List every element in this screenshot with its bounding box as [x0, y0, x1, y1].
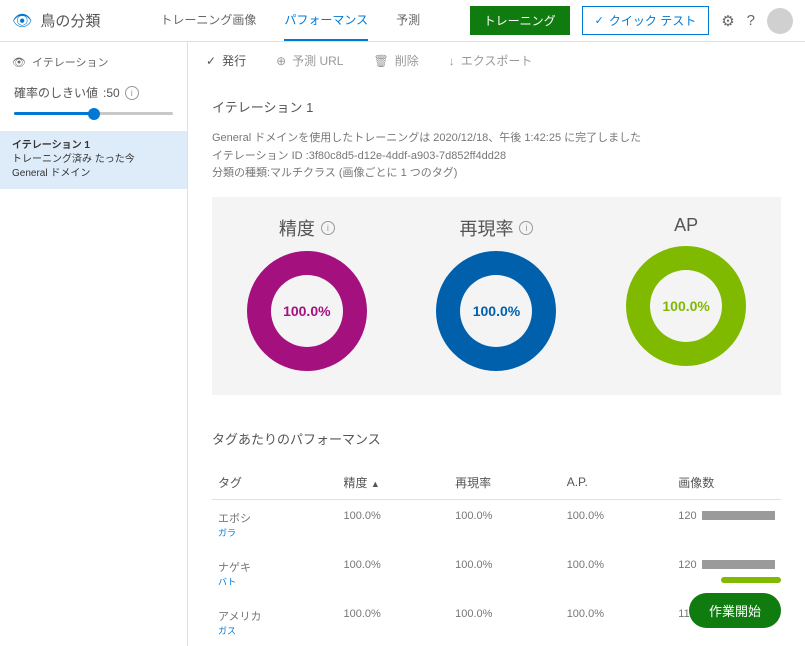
- trash-icon: 🗑: [373, 54, 388, 68]
- images-cell: 120: [672, 499, 781, 549]
- precision-cell: 100.0%: [338, 499, 450, 549]
- gear-icon[interactable]: ⚙: [721, 12, 734, 30]
- recall-label-row: 再現率 i: [436, 215, 556, 241]
- header-tabs: トレーニング画像 パフォーマンス 予測: [160, 0, 469, 41]
- tag-name-cell[interactable]: エボシガラ: [212, 499, 338, 549]
- info-icon[interactable]: i: [519, 221, 533, 235]
- meta-completed: General ドメインを使用したトレーニングは 2020/12/18、午後 1…: [212, 130, 781, 148]
- progress-pill: [721, 577, 781, 583]
- ap-label-row: AP: [626, 215, 746, 236]
- metric-ap: AP 100.0%: [626, 215, 746, 366]
- ap-value: 100.0%: [650, 270, 722, 342]
- threshold-value: :50: [103, 86, 120, 100]
- precision-label: 精度: [279, 215, 315, 241]
- recall-label: 再現率: [459, 215, 513, 241]
- ap-donut: 100.0%: [626, 246, 746, 366]
- quick-test-button[interactable]: ✓ クイック テスト: [582, 6, 710, 35]
- header-right: トレーニング ✓ クイック テスト ⚙ ?: [470, 6, 793, 35]
- publish-action[interactable]: ✓ 発行: [206, 52, 246, 69]
- tag-name-cell[interactable]: アメリカガス: [212, 598, 338, 646]
- export-label: エクスポート: [461, 52, 533, 69]
- prediction-url-label: 予測 URL: [292, 52, 343, 69]
- precision-label-row: 精度 i: [247, 215, 367, 241]
- ap-cell: 100.0%: [561, 598, 673, 646]
- precision-donut: 100.0%: [247, 251, 367, 371]
- tag-performance-title: タグあたりのパフォーマンス: [212, 429, 781, 448]
- export-action[interactable]: ↓ エクスポート: [449, 52, 533, 69]
- eye-icon: 👁: [12, 11, 32, 31]
- app-header: 👁 鳥の分類 トレーニング画像 パフォーマンス 予測 トレーニング ✓ クイック…: [0, 0, 805, 42]
- iteration-item-name: イテレーション 1: [12, 139, 175, 153]
- help-icon[interactable]: ?: [747, 12, 755, 29]
- metrics-panel: 精度 i 100.0% 再現率 i 100.0% AP 100.0%: [212, 197, 781, 395]
- project-title: 鳥の分類: [40, 10, 100, 31]
- start-work-button[interactable]: 作業開始: [689, 593, 781, 628]
- iteration-item[interactable]: イテレーション 1 トレーニング済み たった今 General ドメイン: [0, 131, 187, 189]
- main-panel: ✓ 発行 ⊕ 予測 URL 🗑 削除 ↓ エクスポート イテレーション 1 Genera…: [188, 42, 805, 646]
- tab-performance[interactable]: パフォーマンス: [284, 0, 368, 41]
- slider-thumb[interactable]: [88, 108, 100, 120]
- info-icon[interactable]: i: [321, 221, 335, 235]
- threshold-label: 確率のしきい値: [14, 84, 98, 101]
- delete-label: 削除: [395, 52, 419, 69]
- metric-recall: 再現率 i 100.0%: [436, 215, 556, 371]
- floating-actions: 作業開始: [689, 577, 781, 628]
- iteration-meta: General ドメインを使用したトレーニングは 2020/12/18、午後 1…: [212, 130, 781, 183]
- check-icon: ✓: [206, 54, 216, 68]
- tag-name-cell[interactable]: ナゲキバト: [212, 549, 338, 598]
- iteration-toolbar: ✓ 発行 ⊕ 予測 URL 🗑 削除 ↓ エクスポート: [188, 42, 805, 79]
- precision-value: 100.0%: [271, 275, 343, 347]
- meta-type: 分類の種類:マルチクラス (画像ごとに 1 つのタグ): [212, 165, 781, 183]
- recall-cell: 100.0%: [449, 549, 561, 598]
- col-precision[interactable]: 精度 ▲: [338, 466, 450, 500]
- sidebar: 👁 イテレーション 確率のしきい値 :50 i イテレーション 1 トレーニング済…: [0, 42, 188, 646]
- tab-training-images[interactable]: トレーニング画像: [160, 0, 256, 41]
- recall-value: 100.0%: [460, 275, 532, 347]
- table-header-row: タグ 精度 ▲ 再現率 A.P. 画像数: [212, 466, 781, 500]
- tab-predict[interactable]: 予測: [396, 0, 420, 41]
- sort-caret-icon: ▲: [371, 479, 380, 489]
- slider-fill: [14, 112, 94, 115]
- ap-label: AP: [674, 215, 698, 236]
- iteration-title: イテレーション 1: [212, 97, 781, 116]
- iteration-item-domain: General ドメイン: [12, 167, 175, 181]
- train-button[interactable]: トレーニング: [470, 6, 570, 35]
- recall-donut: 100.0%: [436, 251, 556, 371]
- download-icon: ↓: [449, 54, 455, 68]
- check-icon: ✓: [595, 14, 604, 27]
- iteration-label: イテレーション: [32, 54, 109, 70]
- col-recall[interactable]: 再現率: [449, 466, 561, 500]
- sidebar-iteration-header: 👁 イテレーション: [0, 50, 187, 80]
- recall-cell: 100.0%: [449, 499, 561, 549]
- ap-cell: 100.0%: [561, 549, 673, 598]
- quick-test-label: クイック テスト: [609, 12, 696, 29]
- prediction-url-action[interactable]: ⊕ 予測 URL: [276, 52, 343, 69]
- col-tag[interactable]: タグ: [212, 466, 338, 500]
- col-ap[interactable]: A.P.: [561, 466, 673, 500]
- precision-cell: 100.0%: [338, 598, 450, 646]
- image-count-bar: [702, 560, 775, 569]
- col-precision-label: 精度: [344, 476, 368, 490]
- col-images[interactable]: 画像数: [672, 466, 781, 500]
- iteration-item-status: トレーニング済み たった今: [12, 153, 175, 167]
- precision-cell: 100.0%: [338, 549, 450, 598]
- content: イテレーション 1 General ドメインを使用したトレーニングは 2020/…: [188, 97, 805, 646]
- meta-id: イテレーション ID :3f80c8d5-d12e-4ddf-a903-7d85…: [212, 148, 781, 166]
- table-row: エボシガラ100.0%100.0%100.0%120: [212, 499, 781, 549]
- body: 👁 イテレーション 確率のしきい値 :50 i イテレーション 1 トレーニング済…: [0, 42, 805, 646]
- globe-icon: ⊕: [276, 54, 286, 68]
- metric-precision: 精度 i 100.0%: [247, 215, 367, 371]
- threshold-slider[interactable]: [14, 107, 173, 121]
- publish-label: 発行: [222, 52, 246, 69]
- ap-cell: 100.0%: [561, 499, 673, 549]
- eye-icon: 👁: [12, 56, 26, 69]
- threshold-label-row: 確率のしきい値 :50 i: [14, 84, 173, 101]
- info-icon[interactable]: i: [125, 86, 139, 100]
- delete-action[interactable]: 🗑 削除: [373, 52, 418, 69]
- image-count-bar: [702, 511, 775, 520]
- threshold-block: 確率のしきい値 :50 i: [0, 80, 187, 131]
- avatar[interactable]: [767, 8, 793, 34]
- recall-cell: 100.0%: [449, 598, 561, 646]
